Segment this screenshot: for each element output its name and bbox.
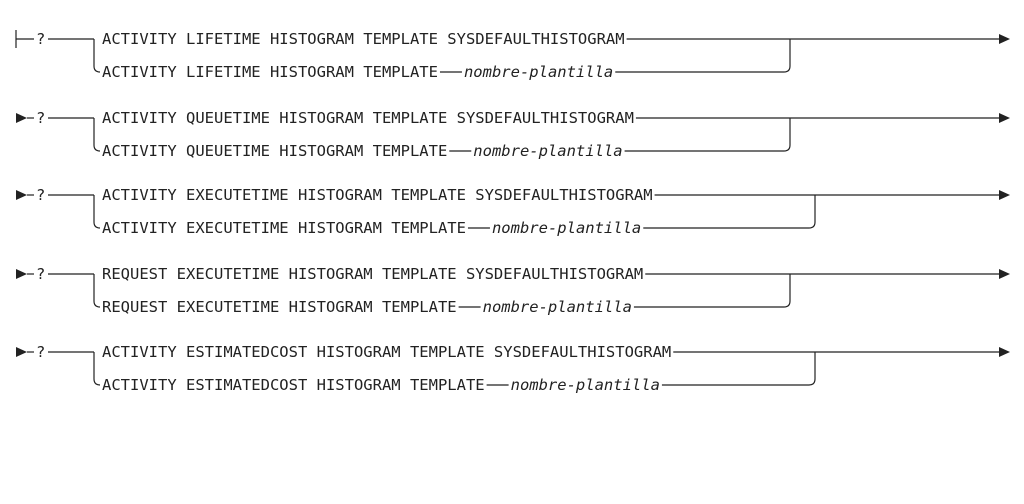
repeat-marker: ? — [36, 186, 45, 204]
default-clause: ACTIVITY ESTIMATEDCOST HISTOGRAM TEMPLAT… — [102, 343, 671, 361]
exit-arrow-icon — [999, 34, 1010, 44]
exit-arrow-icon — [999, 269, 1010, 279]
alt-clause-variable: nombre-plantilla — [464, 63, 613, 81]
alt-clause-keywords: REQUEST EXECUTETIME HISTOGRAM TEMPLATE — [102, 298, 457, 316]
alt-clause-variable: nombre-plantilla — [511, 376, 660, 394]
left-branch-corner — [93, 221, 101, 229]
alt-clause-keywords: ACTIVITY QUEUETIME HISTOGRAM TEMPLATE — [102, 142, 447, 160]
right-branch-corner — [783, 144, 791, 152]
alt-clause-keywords: ACTIVITY ESTIMATEDCOST HISTOGRAM TEMPLAT… — [102, 376, 485, 394]
exit-arrow-icon — [999, 347, 1010, 357]
repeat-marker: ? — [36, 30, 45, 48]
continuation-arrow-icon — [16, 190, 27, 200]
alt-clause-keywords: ACTIVITY LIFETIME HISTOGRAM TEMPLATE — [102, 63, 438, 81]
continuation-arrow-icon — [16, 113, 27, 123]
repeat-marker: ? — [36, 109, 45, 127]
alt-clause-keywords: ACTIVITY EXECUTETIME HISTOGRAM TEMPLATE — [102, 219, 466, 237]
right-branch-corner — [808, 221, 816, 229]
right-branch-corner — [783, 65, 791, 73]
alt-clause-variable: nombre-plantilla — [492, 219, 641, 237]
syntax-diagram: ? ACTIVITY LIFETIME HISTOGRAM TEMPLATE SY… — [15, 30, 1010, 394]
repeat-marker: ? — [36, 265, 45, 283]
default-clause: REQUEST EXECUTETIME HISTOGRAM TEMPLATE S… — [102, 265, 643, 283]
left-branch-corner — [93, 300, 101, 308]
repeat-marker: ? — [36, 343, 45, 361]
left-branch-corner — [93, 65, 101, 73]
left-branch-corner — [93, 378, 101, 386]
alt-clause-variable: nombre-plantilla — [473, 142, 622, 160]
left-branch-corner — [93, 144, 101, 152]
default-clause: ACTIVITY QUEUETIME HISTOGRAM TEMPLATE SY… — [102, 109, 634, 127]
continuation-arrow-icon — [16, 269, 27, 279]
exit-arrow-icon — [999, 190, 1010, 200]
continuation-arrow-icon — [16, 347, 27, 357]
exit-arrow-icon — [999, 113, 1010, 123]
alt-clause-variable: nombre-plantilla — [483, 298, 632, 316]
default-clause: ACTIVITY LIFETIME HISTOGRAM TEMPLATE SYS… — [102, 30, 625, 48]
right-branch-corner — [808, 378, 816, 386]
right-branch-corner — [783, 300, 791, 308]
default-clause: ACTIVITY EXECUTETIME HISTOGRAM TEMPLATE … — [102, 186, 653, 204]
